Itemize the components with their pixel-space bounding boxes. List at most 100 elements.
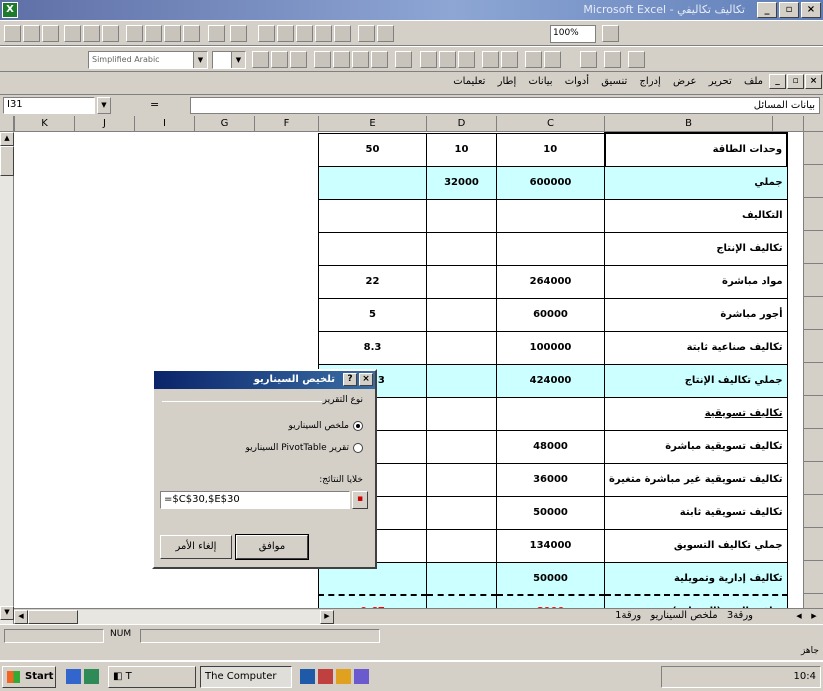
fill-color-icon[interactable] <box>604 51 621 68</box>
align-center-icon[interactable] <box>333 51 350 68</box>
maximize-button[interactable]: ▫ <box>779 2 799 18</box>
radio-pivottable[interactable]: تقرير PivotTable السيناريو <box>245 443 363 453</box>
column-header[interactable]: C <box>496 116 604 132</box>
column-header[interactable] <box>772 116 803 132</box>
column-header[interactable]: F <box>254 116 318 132</box>
name-box[interactable]: I31 <box>3 97 95 114</box>
align-left-icon[interactable] <box>314 51 331 68</box>
table-cell[interactable] <box>426 297 497 332</box>
outlook-icon[interactable] <box>318 669 333 684</box>
table-cell[interactable] <box>496 231 605 266</box>
row-header[interactable] <box>804 396 823 429</box>
row-label-cell[interactable]: جملي <box>604 165 788 200</box>
italic-icon[interactable] <box>271 51 288 68</box>
collapse-dialog-icon[interactable]: ▪ <box>352 491 368 509</box>
table-cell[interactable] <box>426 330 497 365</box>
row-header[interactable] <box>804 429 823 462</box>
radio-scenario-summary[interactable]: ملخص السيناريو <box>289 421 363 431</box>
table-cell[interactable]: 60000 <box>496 297 605 332</box>
table-cell[interactable]: 10 <box>426 132 497 167</box>
spelling-icon[interactable] <box>102 25 119 42</box>
minimize-button[interactable]: _ <box>757 2 777 18</box>
media-icon[interactable] <box>354 669 369 684</box>
autosum-icon[interactable] <box>277 25 294 42</box>
menu-tools[interactable]: أدوات <box>565 76 589 87</box>
font-color-icon[interactable] <box>628 51 645 68</box>
row-label-cell[interactable]: مواد مباشرة <box>604 264 788 299</box>
column-header[interactable]: E <box>318 116 426 132</box>
bold-icon[interactable] <box>252 51 269 68</box>
ie-icon[interactable] <box>300 669 315 684</box>
table-cell[interactable]: 22 <box>318 264 427 299</box>
row-header[interactable] <box>804 231 823 264</box>
help-icon[interactable]: ? <box>343 373 357 386</box>
doc-restore-button[interactable]: ▫ <box>787 74 804 89</box>
excel-icon[interactable]: X <box>2 2 18 18</box>
column-header[interactable]: K <box>14 116 74 132</box>
scroll-thumb[interactable] <box>28 610 78 624</box>
font-name-combo[interactable]: Simplified Arabic ▼ <box>88 51 208 69</box>
sort-ascending-icon[interactable] <box>315 25 332 42</box>
table-cell[interactable] <box>426 528 497 563</box>
row-header[interactable] <box>804 165 823 198</box>
column-header[interactable]: B <box>604 116 772 132</box>
row-header[interactable] <box>804 297 823 330</box>
increase-indent-icon[interactable] <box>544 51 561 68</box>
cancel-button[interactable]: إلغاء الأمر <box>160 535 232 559</box>
decrease-indent-icon[interactable] <box>525 51 542 68</box>
row-header[interactable] <box>804 363 823 396</box>
column-header[interactable]: J <box>74 116 134 132</box>
menu-help[interactable]: تعليمات <box>453 76 485 87</box>
align-right-icon[interactable] <box>352 51 369 68</box>
table-cell[interactable]: 48000 <box>496 429 605 464</box>
table-cell[interactable]: 600000 <box>496 165 605 200</box>
undo-icon[interactable] <box>208 25 225 42</box>
doc-close-button[interactable]: × <box>805 74 822 89</box>
borders-icon[interactable] <box>580 51 597 68</box>
office-assistant-icon[interactable] <box>602 25 619 42</box>
menu-edit[interactable]: تحرير <box>709 76 732 87</box>
table-cell[interactable]: 50000 <box>496 561 605 596</box>
row-label-cell[interactable]: جملي تكاليف التسويق <box>604 528 788 563</box>
row-label-cell[interactable]: تكاليف تسويقية ثابتة <box>604 495 788 530</box>
table-cell[interactable] <box>426 198 497 233</box>
print-icon[interactable] <box>64 25 81 42</box>
tab-prev-icon[interactable]: ◀ <box>792 610 806 623</box>
column-header[interactable]: G <box>194 116 254 132</box>
sheet-tab-active[interactable]: ملخص السيناريو <box>650 610 717 621</box>
desktop-icon[interactable] <box>66 669 81 684</box>
tab-next-icon[interactable]: ▶ <box>807 610 821 623</box>
scroll-right-icon[interactable]: ▶ <box>320 610 334 624</box>
merge-center-icon[interactable] <box>371 51 388 68</box>
menu-window[interactable]: إطار <box>498 76 517 87</box>
doc-minimize-button[interactable]: _ <box>769 74 786 89</box>
table-cell[interactable] <box>426 396 497 431</box>
row-label-cell[interactable]: أجور مباشرة <box>604 297 788 332</box>
currency-icon[interactable] <box>420 51 437 68</box>
table-cell[interactable]: 134000 <box>496 528 605 563</box>
increase-decimal-icon[interactable] <box>482 51 499 68</box>
table-cell[interactable] <box>426 231 497 266</box>
row-header[interactable] <box>804 528 823 561</box>
chevron-down-icon[interactable]: ▼ <box>97 97 111 114</box>
table-cell[interactable]: 10 <box>496 132 605 167</box>
folder-icon[interactable] <box>336 669 351 684</box>
start-button[interactable]: Start <box>2 666 56 688</box>
row-header[interactable] <box>804 132 823 165</box>
scroll-down-icon[interactable]: ▼ <box>0 606 14 620</box>
row-label-cell[interactable]: تكاليف الإنتاج <box>604 231 788 266</box>
taskbar-button-excel[interactable]: ◧ T <box>108 666 196 688</box>
equals-sign[interactable]: = <box>150 98 159 111</box>
vertical-scrollbar[interactable]: ▲ ▼ <box>0 132 14 624</box>
format-painter-icon[interactable] <box>183 25 200 42</box>
rtl-icon[interactable] <box>395 51 412 68</box>
table-cell[interactable]: 8.3 <box>318 330 427 365</box>
scroll-up-icon[interactable]: ▲ <box>0 132 14 146</box>
table-cell[interactable]: 424000 <box>496 363 605 398</box>
percent-icon[interactable] <box>439 51 456 68</box>
table-cell[interactable] <box>426 363 497 398</box>
scroll-left-icon[interactable]: ◀ <box>14 610 28 624</box>
horizontal-scrollbar[interactable]: ◀ ▶ <box>14 610 334 624</box>
table-cell[interactable]: 100000 <box>496 330 605 365</box>
table-cell[interactable] <box>496 396 605 431</box>
